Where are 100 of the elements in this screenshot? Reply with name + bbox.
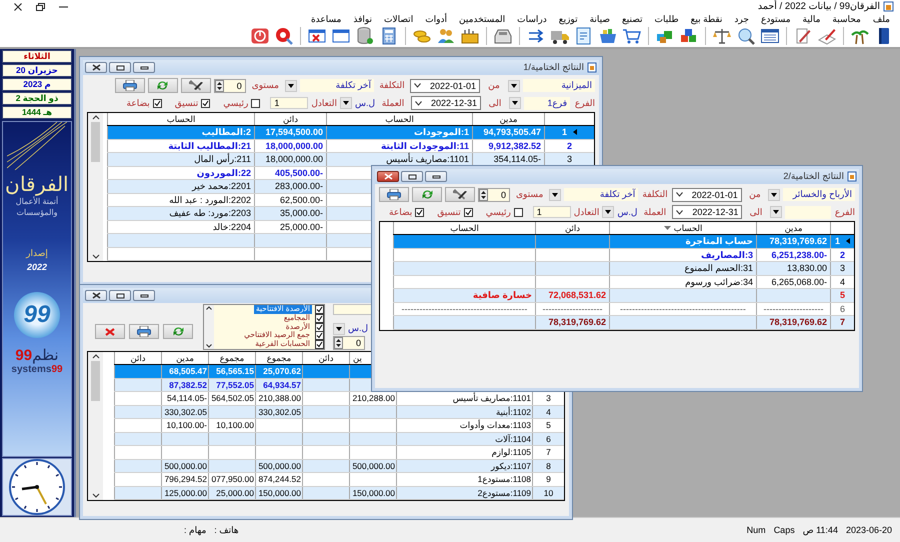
menu-item[interactable]: نوافذ (353, 14, 372, 24)
toolbox-icon[interactable] (460, 26, 480, 46)
column-header[interactable]: دائن (283, 114, 298, 124)
print-button[interactable] (379, 187, 410, 202)
scrollbar[interactable] (204, 305, 214, 349)
date-field[interactable]: 2022-12-31 (672, 205, 742, 219)
menu-item[interactable]: محاسبة (832, 14, 861, 24)
settings-button[interactable] (180, 78, 211, 93)
date-field[interactable]: 2022-01-01 (672, 188, 742, 202)
list-window-icon[interactable] (760, 26, 780, 46)
branch-field[interactable]: فرع1 (524, 96, 570, 110)
menu-item[interactable]: صيانة (590, 14, 610, 24)
restore-icon[interactable] (36, 2, 45, 10)
spinner-arrows-icon[interactable] (479, 188, 488, 200)
scrollbar-thumb[interactable] (91, 122, 100, 162)
column-header[interactable]: مجموع (266, 352, 292, 364)
date-field[interactable]: 2022-12-31 (411, 96, 481, 110)
dropdown-button[interactable] (333, 322, 345, 334)
checkbox[interactable] (415, 208, 424, 216)
scroll-down-icon[interactable] (92, 493, 100, 498)
menu-item[interactable]: مالية (802, 14, 820, 24)
column-header[interactable]: مدين (176, 352, 194, 364)
column-header[interactable]: الحساب (166, 114, 196, 124)
refresh-button[interactable] (163, 324, 193, 339)
level-spinner[interactable]: 0 (214, 78, 246, 92)
dropdown-button[interactable] (768, 188, 780, 200)
window-minimize-button[interactable] (425, 171, 447, 182)
rate-field[interactable]: 1 (270, 97, 308, 109)
menu-item[interactable]: اتصالات (384, 14, 414, 24)
menu-item[interactable]: مستودع (760, 14, 791, 24)
settings-button[interactable] (445, 187, 476, 202)
power-icon[interactable] (250, 26, 270, 46)
magnifier-globe-icon[interactable] (736, 26, 756, 46)
refresh-button[interactable] (412, 187, 442, 202)
dropdown-button[interactable] (508, 80, 520, 92)
spinner-arrows-icon[interactable] (334, 337, 343, 349)
column-header[interactable]: ين (353, 352, 362, 364)
checkbox[interactable] (514, 208, 523, 216)
menu-item[interactable]: توزيع (558, 14, 578, 24)
scales-icon[interactable] (712, 26, 732, 46)
menu-item[interactable]: تصنيع (622, 14, 643, 24)
dropdown-button[interactable] (549, 188, 562, 200)
minimize-icon[interactable] (59, 6, 68, 8)
column-header[interactable]: مدين (500, 114, 518, 124)
refresh-button[interactable] (148, 78, 178, 93)
window-minimize-button[interactable] (133, 290, 155, 301)
date-field[interactable]: 2022-01-01 (410, 78, 480, 92)
rate-field[interactable]: 1 (532, 206, 571, 218)
scroll-up-icon[interactable] (92, 115, 100, 120)
column-header[interactable]: مجموع (220, 352, 244, 364)
menu-item[interactable]: المستخدمين (459, 14, 506, 24)
checkbox[interactable] (251, 98, 260, 108)
scroll-down-icon[interactable] (206, 344, 212, 348)
window-restore-button[interactable] (109, 290, 131, 301)
checkbox[interactable] (201, 98, 210, 108)
dropdown-button[interactable] (285, 80, 297, 92)
help-icon[interactable] (274, 26, 294, 46)
scrollbar-thumb[interactable] (91, 361, 100, 401)
column-header[interactable]: الحساب (450, 222, 479, 234)
dropdown-button[interactable] (340, 97, 352, 109)
cost-field[interactable]: آخر تكلفة (564, 188, 638, 201)
database-icon[interactable] (355, 26, 375, 46)
table-row[interactable]: 6 -------------------- ------------------------------------------ -------------------- ------------------------------------------ (393, 302, 854, 316)
column-header[interactable]: مدين (784, 222, 802, 234)
window-minimize-button[interactable] (133, 62, 155, 73)
users-icon[interactable] (436, 26, 456, 46)
scrollbar[interactable] (88, 113, 103, 261)
window-close-button[interactable] (377, 171, 399, 182)
menu-item[interactable]: أدوات (425, 14, 448, 24)
sort-arrow-icon[interactable] (664, 226, 671, 230)
level-spinner[interactable]: 0 (478, 188, 510, 202)
checkbox[interactable] (152, 98, 162, 108)
menu-item[interactable]: جرد (734, 14, 749, 24)
scroll-down-icon[interactable] (92, 254, 100, 259)
close-button[interactable] (95, 324, 125, 339)
column-header[interactable]: دائن (565, 222, 580, 234)
column-header[interactable]: الحساب (674, 222, 702, 234)
checkbox[interactable] (315, 304, 324, 314)
checkbox[interactable] (315, 331, 324, 340)
checkbox[interactable] (315, 340, 324, 350)
menu-item[interactable]: دراسات (517, 14, 547, 24)
column-header[interactable]: دائن (130, 352, 146, 364)
column-header[interactable]: الحساب (385, 114, 414, 124)
scroll-up-icon[interactable] (206, 306, 212, 310)
checkbox[interactable] (464, 208, 473, 216)
print-button[interactable] (114, 78, 145, 93)
basket-icon[interactable] (598, 26, 618, 46)
close-icon[interactable] (14, 2, 22, 10)
pencil-paper-icon[interactable] (817, 26, 837, 46)
menu-item[interactable]: ملف (872, 14, 890, 24)
report-type-field[interactable]: الأرباح والخسائر (783, 188, 855, 201)
spinner-arrows-icon[interactable] (214, 80, 224, 92)
level-spinner[interactable]: 0 (333, 336, 365, 350)
menu-item[interactable]: نقطة بيع (690, 14, 722, 24)
dropdown-button[interactable] (770, 206, 782, 218)
print-button[interactable] (129, 324, 159, 339)
window-restore-button[interactable] (109, 62, 131, 73)
scrollbar[interactable] (88, 352, 103, 500)
dropdown-button[interactable] (509, 97, 521, 109)
menu-item[interactable]: طلبات (654, 14, 679, 24)
